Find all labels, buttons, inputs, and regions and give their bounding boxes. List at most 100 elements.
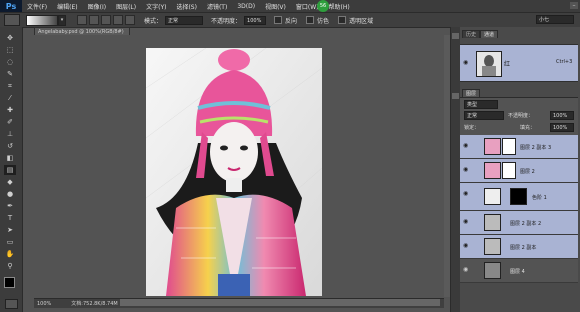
blend-mode-select[interactable]: 正常 <box>464 111 504 120</box>
menu-file[interactable]: 文件(F) <box>22 2 52 11</box>
visibility-eye-icon[interactable]: ◉ <box>463 267 470 273</box>
type-tool-icon[interactable]: T <box>4 213 16 223</box>
clone-stamp-tool-icon[interactable]: ⊥ <box>4 129 16 139</box>
linear-gradient-icon[interactable] <box>77 15 87 25</box>
eraser-tool-icon[interactable]: ◧ <box>4 153 16 163</box>
layer-opacity-label: 不透明度： <box>508 113 534 119</box>
layers-footer <box>460 283 578 312</box>
tab-layers[interactable]: 图层 <box>462 89 481 97</box>
fill-input[interactable]: 100% <box>550 123 574 132</box>
workspace-switcher[interactable]: 小七 <box>536 15 574 24</box>
menu-type[interactable]: 文字(Y) <box>141 2 171 11</box>
menu-bar: Ps 文件(F) 编辑(E) 图像(I) 图层(L) 文字(Y) 选择(S) 滤… <box>0 0 580 12</box>
lasso-tool-icon[interactable]: ◌ <box>4 57 16 67</box>
layer-filter-select[interactable]: 类型 <box>464 100 498 109</box>
visibility-eye-icon[interactable]: ◉ <box>463 59 468 66</box>
layer-thumbnail <box>484 238 501 255</box>
document-tab[interactable]: Angelababy.psd @ 100%(RGB/8#) <box>34 27 130 35</box>
dither-checkbox[interactable] <box>306 16 315 24</box>
gradient-picker[interactable] <box>26 14 58 26</box>
visibility-eye-icon[interactable]: ◉ <box>463 243 470 249</box>
menu-edit[interactable]: 编辑(E) <box>52 2 82 11</box>
zoom-tool-icon[interactable]: ⚲ <box>4 261 16 271</box>
menu-view[interactable]: 视图(V) <box>260 2 291 11</box>
move-tool-icon[interactable]: ✥ <box>4 33 16 43</box>
menu-select[interactable]: 选择(S) <box>171 2 202 11</box>
layers-panel-icon[interactable] <box>452 93 459 99</box>
transparency-checkbox[interactable] <box>338 16 347 24</box>
layer-opacity-input[interactable]: 100% <box>550 111 574 120</box>
transparency-label: 透明区域 <box>349 17 374 25</box>
layer-thumbnail <box>484 214 501 231</box>
layer-name[interactable]: 图层 2 副本 <box>510 244 536 251</box>
radial-gradient-icon[interactable] <box>89 15 99 25</box>
mode-select[interactable]: 正常 <box>165 15 204 25</box>
dodge-tool-icon[interactable]: ● <box>4 189 16 199</box>
eyedropper-tool-icon[interactable]: ⁄ <box>4 93 16 103</box>
tool-preset-picker[interactable] <box>4 14 20 26</box>
tab-history[interactable]: 历史 <box>462 30 481 38</box>
hand-tool-icon[interactable]: ✋ <box>4 249 16 259</box>
layer-name[interactable]: 色阶 1 <box>532 194 547 201</box>
history-panel-icon[interactable] <box>452 33 459 39</box>
gradient-dropdown-icon[interactable]: ▾ <box>58 14 66 26</box>
foreground-color-swatch[interactable] <box>4 277 15 288</box>
document-size-info[interactable]: 文档:752.8K/8.74M <box>71 300 117 307</box>
photoshop-logo: Ps <box>0 0 22 12</box>
layer-name[interactable]: 图层 2 副本 2 <box>510 220 541 227</box>
layer-row[interactable]: ◉ 图层 4 <box>460 259 578 283</box>
reverse-checkbox[interactable] <box>274 16 283 24</box>
layer-thumbnail <box>484 138 501 155</box>
layer-mask-thumbnail <box>502 162 516 179</box>
layer-mask-thumbnail <box>502 138 516 155</box>
shape-tool-icon[interactable]: ▭ <box>4 237 16 247</box>
layer-thumbnail <box>484 162 501 179</box>
menu-filter[interactable]: 滤镜(T) <box>202 2 232 11</box>
visibility-eye-icon[interactable]: ◉ <box>463 167 470 173</box>
layer-row[interactable]: ◉ 色阶 1 <box>460 183 578 211</box>
blur-tool-icon[interactable]: ◆ <box>4 177 16 187</box>
quick-mask-icon[interactable] <box>5 299 18 309</box>
healing-brush-tool-icon[interactable]: ✚ <box>4 105 16 115</box>
opacity-label: 不透明度： <box>211 17 242 25</box>
visibility-eye-icon[interactable]: ◉ <box>463 191 470 197</box>
layer-name[interactable]: 图层 2 副本 3 <box>520 144 551 151</box>
menu-3d[interactable]: 3D(D) <box>232 3 260 10</box>
dither-label: 仿色 <box>317 17 330 25</box>
diamond-gradient-icon[interactable] <box>125 15 135 25</box>
brush-tool-icon[interactable]: ✐ <box>4 117 16 127</box>
fill-label: 填充： <box>520 125 536 131</box>
tools-panel: ✥ ⬚ ◌ ✎ ⌗ ⁄ ✚ ✐ ⊥ ↺ ◧ ▤ ◆ ● ✒ T ➤ ▭ ✋ ⚲ <box>0 27 23 312</box>
path-selection-tool-icon[interactable]: ➤ <box>4 225 16 235</box>
layer-name[interactable]: 图层 4 <box>510 268 525 275</box>
quick-select-tool-icon[interactable]: ✎ <box>4 69 16 79</box>
crop-tool-icon[interactable]: ⌗ <box>4 81 16 91</box>
pen-tool-icon[interactable]: ✒ <box>4 201 16 211</box>
history-brush-tool-icon[interactable]: ↺ <box>4 141 16 151</box>
channel-row[interactable]: ◉ 红 Ctrl+3 <box>460 44 578 82</box>
channel-shortcut: Ctrl+3 <box>556 59 573 65</box>
marquee-tool-icon[interactable]: ⬚ <box>4 45 16 55</box>
layer-row[interactable]: ◉ 图层 2 副本 <box>460 235 578 259</box>
portrait-illustration <box>146 48 322 296</box>
layers-controls: 类型 正常 不透明度： 100% 锁定： 填充： 100% <box>460 97 578 136</box>
layer-row[interactable]: ◉ 图层 2 副本 2 <box>460 211 578 235</box>
visibility-eye-icon[interactable]: ◉ <box>463 219 470 225</box>
horizontal-scrollbar[interactable] <box>120 299 440 306</box>
layer-mask-thumbnail <box>510 188 527 205</box>
document-image <box>146 48 322 296</box>
tab-channels[interactable]: 通道 <box>480 30 499 38</box>
menu-image[interactable]: 图像(I) <box>83 2 111 11</box>
layer-row[interactable]: ◉ 图层 2 副本 3 <box>460 135 578 159</box>
minimize-button[interactable]: – <box>570 2 578 9</box>
layer-name[interactable]: 图层 2 <box>520 168 535 175</box>
angle-gradient-icon[interactable] <box>101 15 111 25</box>
menu-layer[interactable]: 图层(L) <box>111 2 141 11</box>
reflected-gradient-icon[interactable] <box>113 15 123 25</box>
visibility-eye-icon[interactable]: ◉ <box>463 143 470 149</box>
gradient-tool-icon[interactable]: ▤ <box>4 165 16 175</box>
layer-row[interactable]: ◉ 图层 2 <box>460 159 578 183</box>
zoom-level[interactable]: 100% <box>34 301 51 307</box>
lock-label: 锁定： <box>464 125 480 131</box>
opacity-input[interactable]: 100% <box>244 15 267 25</box>
